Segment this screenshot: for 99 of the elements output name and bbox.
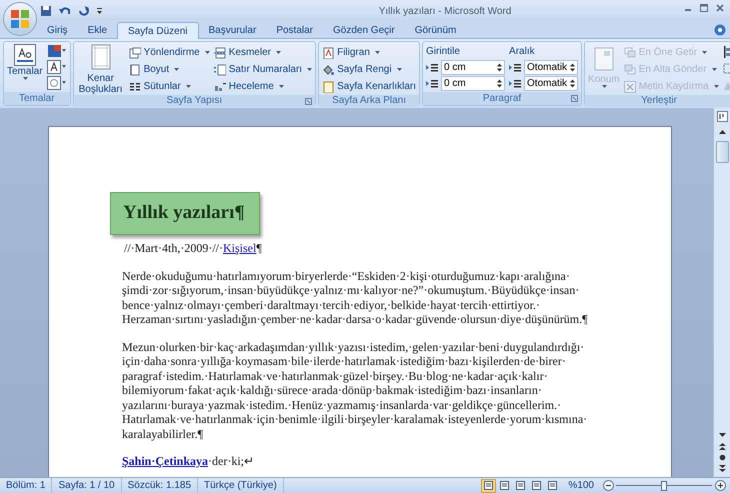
page-border-icon [322, 80, 334, 92]
save-icon [40, 5, 52, 17]
dialog-launcher-icon [571, 95, 578, 102]
margins-button[interactable]: Kenar Boşlukları [76, 44, 125, 95]
zoom-slider[interactable] [616, 480, 712, 490]
page-break-icon [214, 46, 226, 58]
indent-icon [426, 78, 438, 90]
draft-icon [548, 481, 558, 490]
ribbon-tab[interactable]: Sayfa Düzeni [117, 22, 198, 39]
double-down-arrow-icon [718, 465, 726, 472]
theme-fonts-icon [46, 60, 67, 74]
caret-icon [23, 77, 28, 80]
close-icon [716, 4, 724, 12]
caret-icon [602, 85, 608, 88]
author-link[interactable]: Şahin·Çetinkaya [122, 454, 208, 468]
ribbon-button[interactable]: Satır Numaraları [214, 61, 312, 78]
ribbon-button[interactable]: Filigran [322, 44, 416, 61]
ribbon-tab[interactable]: Postalar [266, 22, 323, 38]
scroll-thumb[interactable] [716, 141, 728, 163]
group-title: Yerleştir [641, 95, 677, 107]
up-arrow-icon [718, 130, 726, 134]
maximize-icon [700, 4, 708, 12]
spin-field[interactable]: 0 cm [441, 76, 506, 91]
bring-forward-icon [624, 46, 636, 58]
document-heading: Yıllık yazıları¶ [123, 206, 245, 221]
office-button[interactable] [3, 2, 37, 36]
ribbon-tab[interactable]: Başvurular [198, 22, 266, 38]
double-up-arrow-icon [718, 443, 726, 450]
ribbon-button[interactable]: Boyut [128, 61, 210, 78]
line-numbers-icon [214, 64, 226, 76]
theme-effects-icon [46, 76, 67, 90]
redo-icon [78, 5, 90, 17]
ribbon-tab[interactable]: Giriş [37, 22, 78, 38]
down-arrow-icon [718, 432, 726, 436]
office-logo-icon [10, 9, 30, 29]
post-meta: //·Mart·4th,·2009·//·Kişisel¶ [124, 241, 262, 256]
ribbon-tab[interactable]: Görünüm [404, 22, 466, 38]
spinner-arrows-icon [497, 63, 502, 72]
full-screen-reading-icon [500, 481, 510, 490]
send-backward-icon [624, 64, 636, 76]
group-title: Paragraf [482, 92, 522, 104]
view-button[interactable] [481, 478, 496, 492]
spinner-arrows-icon [570, 63, 576, 72]
ribbon-button[interactable]: Sütunlar [128, 78, 210, 95]
ribbon-button[interactable]: Yönlendirme [128, 44, 210, 61]
plus-icon [714, 480, 726, 491]
group-title: Temalar [19, 92, 55, 104]
theme-colors-icon [46, 44, 67, 58]
spin-field[interactable]: Otomatik [524, 76, 578, 91]
ribbon-button[interactable]: Sayfa Rengi [322, 61, 416, 78]
columns-icon [128, 80, 141, 92]
minus-icon [602, 480, 614, 491]
web-layout-icon [516, 481, 526, 490]
group-label: Girintile [426, 45, 461, 59]
ruler-icon [716, 111, 728, 122]
orientation-icon [128, 46, 141, 58]
spinner-arrows-icon [570, 79, 576, 88]
zoom-out-button[interactable] [602, 480, 614, 492]
status-item: Sözcük: 1.185 [122, 478, 198, 493]
ribbon-button[interactable]: Heceleme [214, 78, 312, 95]
watermark-icon [322, 46, 334, 58]
spinner-arrows-icon [497, 79, 502, 88]
customize-caret-icon [96, 7, 103, 15]
themes-button[interactable]: Temalar [7, 44, 43, 92]
status-item: Bölüm: 1 [0, 478, 52, 493]
undo-icon [58, 5, 72, 17]
text-wrap-icon [624, 80, 636, 92]
spin-field[interactable]: 0 cm [441, 60, 506, 75]
ribbon-button[interactable]: Kesmeler [214, 44, 312, 61]
status-item: Sayfa: 1 / 10 [52, 478, 122, 493]
page-size-icon [128, 64, 141, 76]
category-link[interactable]: Kişisel [222, 241, 256, 255]
spin-field[interactable]: Otomatik [524, 60, 578, 75]
group-label: Aralık [509, 45, 536, 59]
status-item: Türkçe (Türkiye) [198, 478, 284, 493]
line-spacing-icon [509, 62, 522, 74]
window-title: Yıllık yazıları - Microsoft Word [378, 4, 512, 18]
ribbon-tab[interactable]: Ekle [78, 22, 118, 38]
slider-thumb[interactable] [661, 480, 667, 490]
paragraph: Mezun·olurken·bir·kaç·arkadaşımdan·yıllık·yazısı·istedim,·gelen·yazılar·beni·duygulandırdığı· için·daha·sonra·yıllığa·koymasam·bile·ilerde·hatırlamak·istediğim·bazı·kişilerden·de·birer· paragraf·istedim.·Hatırlamak·ve·hatırlanmak·güzel·birşey.·Bu·blog·ne·kadar·açık·kalır· bilemiyorum·fakat·açık·kaldığı·sürece·arada·dönüp·bakmak·istediğim·bazı·insanların· yazılarını·buraya·yazmak·istedim.·Henüz·yazmamış·insanlarda·var·geldikçe·güncellerim.· Hatırlamak·ve·hatırlanmak·için·benimle·ilgili·birşeyler·karalamak·isteyenlerde·yorum·kısmına· karalayabilirler.¶ [122, 340, 588, 441]
group-title: Sayfa Arka Planı [332, 95, 406, 107]
themes-icon [14, 44, 36, 66]
print-layout-icon [484, 481, 494, 490]
help-icon [714, 24, 726, 36]
indent-icon [426, 62, 438, 74]
paragraph: Nerde·okuduğumu·hatırlamıyorum·biryerlerde·“Eskiden·2·kişi·oturduğumuz·kapı·aralığına· şimdi·zor·sığıyorum,·insan·büyüdükçe·yalnız·mı·kalıyor·ne?”·okumuştum.·Büyüdükçe·insan· bence·yalnız·olmayı·çemberi·daraltmayı·tercih·ediyor,·belkide·hayat·tercih·ettirtiyor.· Herzaman·sırtını·yasladığın·çember·ne·kadar·darsa·o·kadar·güvende·olursun·diye·düşünürüm.¶ [122, 268, 588, 326]
ribbon-tab[interactable]: Gözden Geçir [323, 22, 405, 38]
ribbon-button[interactable]: Sayfa Kenarlıkları [322, 78, 416, 95]
line-spacing-icon [509, 78, 522, 90]
zoom-in-button[interactable] [714, 480, 726, 492]
circle-icon [718, 454, 726, 461]
zoom-level: %100 [567, 479, 595, 493]
comment-line: Şahin·Çetinkaya·der·ki;↵ [122, 454, 254, 468]
page-icon [594, 47, 614, 71]
outline-icon [532, 481, 542, 490]
dialog-launcher-icon [305, 98, 312, 105]
paint-bucket-icon [322, 64, 334, 76]
margins-icon [90, 44, 111, 70]
group-title: Sayfa Yapısı [166, 95, 222, 107]
